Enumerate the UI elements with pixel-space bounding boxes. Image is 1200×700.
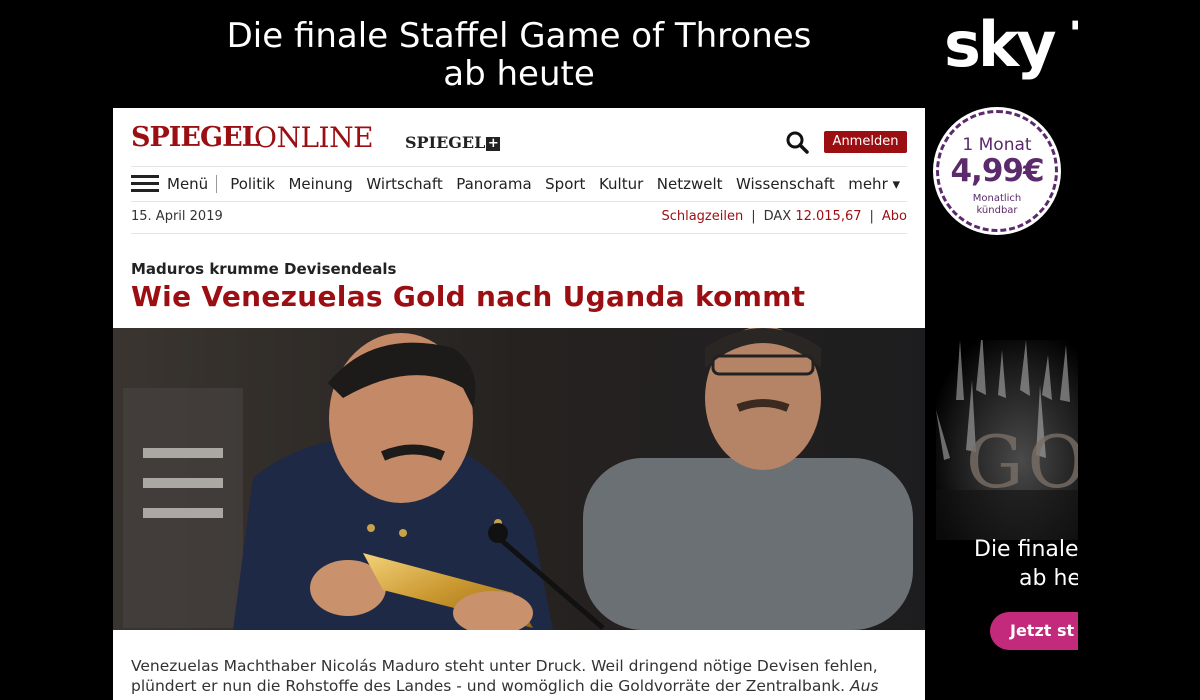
nav-item-politik[interactable]: Politik [230,175,275,193]
article-photo[interactable] [113,328,925,630]
main-navigation: Menü Politik Meinung Wirtschaft Panorama… [131,166,907,202]
article-headline[interactable]: Wie Venezuelas Gold nach Uganda kommt [131,280,805,313]
abo-link[interactable]: Abo [882,209,907,224]
menu-button[interactable]: Menü [167,175,218,193]
current-date: 15. April 2019 [131,209,223,224]
badge-month: 1 Monat [962,135,1032,155]
nav-more-dropdown[interactable]: mehr ▾ [848,175,900,193]
search-icon[interactable] [785,130,809,154]
teaser-line1: Venezuelas Machthaber Nicolás Maduro ste… [131,657,878,675]
side-final-line2: ab he [1019,565,1078,591]
article-teaser[interactable]: Venezuelas Machthaber Nicolás Maduro ste… [131,656,911,696]
nav-item-kultur[interactable]: Kultur [599,175,643,193]
ad-headline-line1: Die finale Staffel Game of Thrones [226,16,812,56]
got-watermark: GO [966,420,1078,504]
teaser-italic: Aus [849,677,879,695]
sky-side-ad[interactable]: sky T 1 Monat 4,99€ Monatlich kündbar [928,0,1078,700]
hamburger-menu-icon[interactable] [131,175,159,193]
badge-price: 4,99€ [950,153,1044,189]
separator: | [869,209,874,224]
dateline-bar: 15. April 2019 Schlagzeilen | DAX 12.015,6… [131,202,907,234]
badge-note: Monatlich kündbar [939,193,1055,217]
side-ad-cta-button[interactable]: Jetzt st [990,612,1078,650]
dax-value[interactable]: 12.015,67 [795,209,861,224]
spiegel-page: SPIEGEL ONLINE SPIEGEL + Anmelden Menü Po… [113,108,925,700]
spiegel-logo[interactable]: SPIEGEL [131,124,261,151]
screen: Die finale Staffel Game of Thrones ab he… [0,0,1200,700]
side-ad-final-text: Die finale ab he [974,536,1078,593]
login-button[interactable]: Anmelden [824,131,907,153]
ad-headline-line2: ab heute [443,54,595,94]
top-banner-ad[interactable]: Die finale Staffel Game of Thrones ab he… [113,0,925,108]
nav-item-wissenschaft[interactable]: Wissenschaft [736,175,835,193]
dateline-links: Schlagzeilen | DAX 12.015,67 | Abo [661,209,907,224]
site-header: SPIEGEL ONLINE SPIEGEL + Anmelden [131,108,907,166]
plus-icon: + [486,136,501,151]
nav-item-sport[interactable]: Sport [545,175,585,193]
teaser-line2: plündert er nun die Rohstoffe des Landes… [131,677,846,695]
online-logo[interactable]: ONLINE [254,124,374,152]
maduro-gold-photo [113,328,925,630]
side-final-line1: Die finale [974,537,1078,562]
nav-item-meinung[interactable]: Meinung [288,175,352,193]
sky-logo: sky T [944,8,1078,81]
price-badge: 1 Monat 4,99€ Monatlich kündbar [936,110,1058,232]
separator: | [751,209,756,224]
badge-note-line2: kündbar [976,205,1018,216]
dax-label: DAX [763,209,792,224]
article-kicker[interactable]: Maduros krumme Devisendeals [131,260,396,278]
badge-note-line1: Monatlich [972,193,1022,204]
spiegel-plus-text: SPIEGEL [405,133,486,152]
nav-item-wirtschaft[interactable]: Wirtschaft [366,175,442,193]
spiegel-plus-logo[interactable]: SPIEGEL + [405,133,501,152]
nav-item-netzwelt[interactable]: Netzwelt [657,175,723,193]
headlines-link[interactable]: Schlagzeilen [661,209,743,224]
nav-item-panorama[interactable]: Panorama [456,175,531,193]
